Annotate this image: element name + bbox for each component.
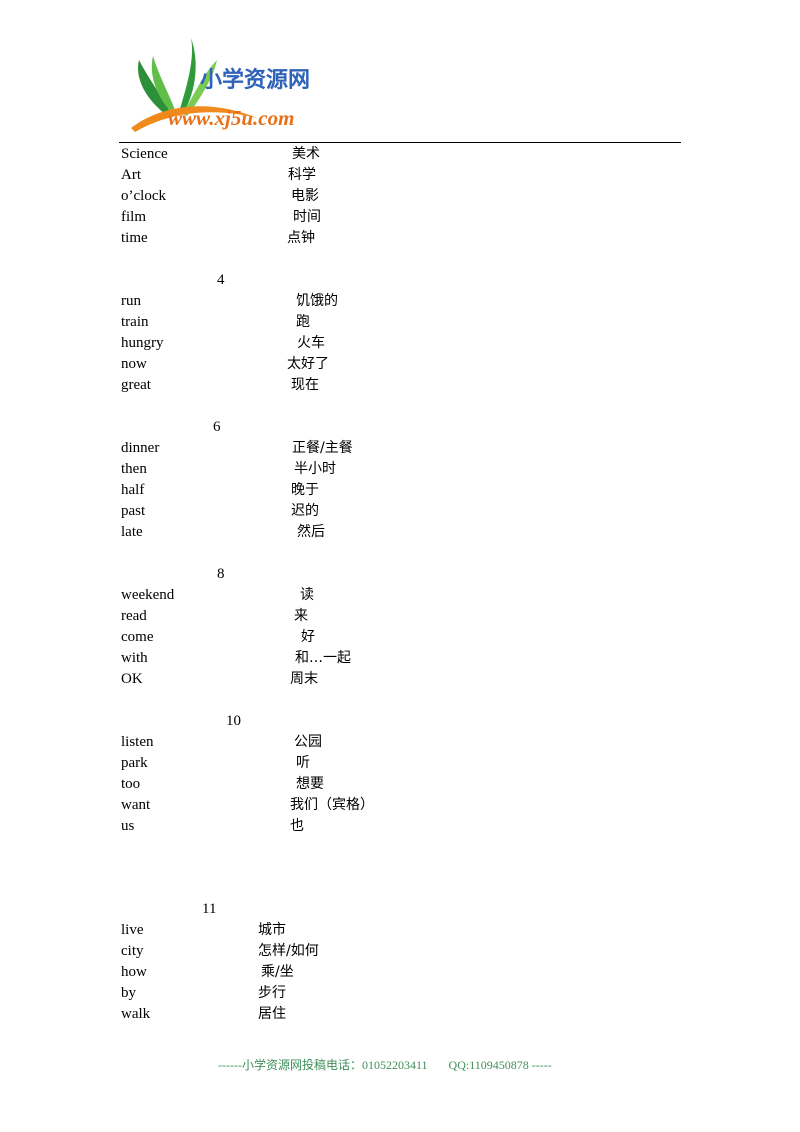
chinese-word: 乘/坐 [261,964,294,980]
english-word: train [121,314,149,330]
english-word: half [121,482,145,498]
english-word: then [121,461,147,477]
english-word: us [121,818,135,834]
chinese-word: 跑 [296,314,310,330]
english-word: by [121,985,136,1001]
english-word: dinner [121,440,160,456]
chinese-word: 晚于 [291,482,319,498]
english-word: how [121,964,147,980]
english-word: OK [121,671,143,687]
english-word: listen [121,734,154,750]
english-word: run [121,293,141,309]
chinese-word: 步行 [258,985,286,1001]
chinese-word: 听 [296,755,310,771]
chinese-word: 迟的 [291,503,319,519]
english-word: too [121,776,141,792]
header-divider [119,142,681,143]
chinese-word: 然后 [297,524,325,540]
chinese-word: 美术 [292,146,320,162]
chinese-word: 好 [301,629,315,645]
chinese-word: 半小时 [294,461,336,477]
english-word: want [121,797,151,813]
english-word: weekend [121,587,175,603]
chinese-word: 现在 [291,377,319,393]
english-word: hungry [121,335,164,351]
chinese-word: 公园 [294,734,322,750]
chinese-word: 也 [290,818,304,834]
chinese-word: 饥饿的 [296,293,338,309]
english-word: with [121,650,148,666]
chinese-word: 正餐/主餐 [292,440,353,456]
chinese-word: 和…一起 [295,650,351,666]
english-word: walk [121,1006,151,1022]
chinese-word: 城市 [258,922,286,938]
chinese-word: 居住 [258,1006,286,1022]
english-word: come [121,629,154,645]
english-word: now [121,356,147,372]
chinese-word: 时间 [293,209,321,225]
english-word: o’clock [121,188,166,204]
logo-name: 小学资源网 [200,68,311,93]
chinese-word: 周末 [290,671,318,687]
logo-url: www.xj5u.com [168,106,295,130]
chinese-word: 读 [300,587,314,603]
chinese-word: 电影 [291,188,319,204]
chinese-word: 想要 [296,776,324,792]
group-number: 11 [202,901,217,917]
english-word: Science [121,146,168,162]
english-word: time [121,230,148,246]
chinese-word: 火车 [297,335,325,351]
page-footer: ------小学资源网投稿电话：01052203411 QQ:110945087… [218,1058,552,1072]
chinese-word: 我们（宾格） [290,797,374,813]
english-word: past [121,503,146,519]
english-word: city [121,943,144,959]
chinese-word: 科学 [288,167,316,183]
group-number: 10 [226,713,241,729]
english-word: great [121,377,151,393]
english-word: film [121,209,146,225]
english-word: read [121,608,147,624]
english-word: Art [121,167,141,183]
english-word: late [121,524,143,540]
chinese-word: 点钟 [287,230,315,246]
english-word: live [121,922,144,938]
chinese-word: 太好了 [287,356,329,372]
chinese-word: 怎样/如何 [258,943,319,959]
group-number: 8 [217,566,225,582]
group-number: 6 [213,419,221,435]
english-word: park [121,755,148,771]
chinese-word: 来 [294,608,308,624]
group-number: 4 [217,272,225,288]
